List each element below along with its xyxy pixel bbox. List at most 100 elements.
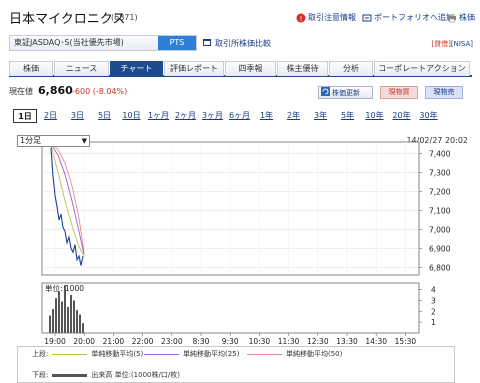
alert-icon: ! [296, 13, 306, 23]
legend-ma50: 単純移動平均(50) [286, 350, 343, 358]
price-change: -600 (-8.04%) [72, 87, 128, 96]
period-tab[interactable]: 1ヶ月 [145, 109, 172, 123]
period-tab[interactable]: 5年 [334, 109, 361, 123]
tab-rating-report[interactable]: 評価レポート [164, 61, 224, 76]
volume-bar [73, 300, 75, 333]
period-tab[interactable]: 3ヶ月 [199, 109, 226, 123]
time-tick-label: 12:30 [307, 337, 329, 346]
period-tab[interactable]: 2日 [37, 109, 64, 123]
price-tick-label: 7,000 [429, 225, 451, 234]
add-portfolio-label: ポートフォリオへ追加 [374, 13, 454, 22]
print-icon [447, 13, 457, 23]
time-tick-label: 14:30 [365, 337, 387, 346]
volume-tick-label: 4 [431, 286, 436, 295]
period-tab[interactable]: 10日 [118, 109, 145, 123]
chart-canvas: 6,8006,9007,0007,1007,2007,3007,4001234単… [41, 141, 451, 346]
period-tab[interactable]: 20年 [388, 109, 415, 123]
print-link[interactable]: 株価 [447, 12, 475, 23]
volume-bar [61, 301, 63, 333]
time-tick-label: 19:00 [44, 337, 66, 346]
volume-tick-label: 2 [431, 307, 436, 316]
period-tab[interactable]: 2ヶ月 [172, 109, 199, 123]
tab-news[interactable]: ニュース [54, 61, 109, 76]
chevron-down-icon: ▼ [81, 137, 87, 145]
refresh-icon [321, 87, 330, 98]
market-label: 東証JASDAQ･S(当社優先市場) [14, 38, 124, 47]
volume-bar [55, 298, 57, 333]
interval-value: 1分足 [20, 136, 42, 145]
period-tab[interactable]: 1日 [13, 109, 37, 123]
price-tick-label: 7,400 [429, 149, 451, 158]
period-tab[interactable]: 3年 [307, 109, 334, 123]
update-price-label: 株価更新 [332, 88, 360, 97]
time-tick-label: 21:00 [103, 337, 125, 346]
price-label: 現在値 [9, 87, 33, 96]
current-price: 6,860 [38, 84, 73, 97]
time-tick-label: 22:00 [132, 337, 154, 346]
period-tab[interactable]: 3日 [64, 109, 91, 123]
legend-ma50-swatch [247, 353, 282, 355]
volume-panel [41, 282, 420, 334]
stock-badges: [貸借][NISA] [431, 39, 473, 49]
portfolio-icon [362, 13, 372, 23]
period-tab[interactable]: 10年 [361, 109, 388, 123]
period-tab[interactable]: 6ヶ月 [226, 109, 253, 123]
volume-tick-label: 1 [431, 318, 436, 327]
tab-stock-price[interactable]: 株価 [9, 61, 53, 76]
volume-bar [52, 309, 54, 333]
tab-shareholder-benefits[interactable]: 株主優待 [277, 61, 328, 76]
time-tick-label: 23:00 [161, 337, 183, 346]
chart-legend: 上段: 単純移動平均(5) 単純移動平均(25) 単純移動平均(50) 下段: … [17, 346, 455, 383]
volume-bar [67, 306, 69, 333]
interval-select[interactable]: 1分足 ▼ [17, 135, 90, 147]
time-tick-label: 20:00 [73, 337, 95, 346]
time-tick-label: 11:30 [278, 337, 300, 346]
time-tick-label: 13:30 [336, 337, 358, 346]
main-nav: 株価 ニュース チャート 評価レポート 四季報 株主優待 分析 コーポレートアク… [9, 61, 472, 77]
volume-bar [70, 294, 72, 333]
update-price-button[interactable]: 株価更新 [318, 86, 373, 99]
legend-ma5-swatch [52, 353, 88, 355]
price-tick-label: 7,100 [429, 206, 451, 215]
legend-volume: 出来高 単位:(1000株/口/枚) [91, 371, 180, 379]
volume-bar [82, 323, 84, 333]
time-tick-label: 8:30 [193, 337, 210, 346]
price-tick-label: 7,200 [429, 187, 451, 196]
tab-corporate-action[interactable]: コーポレートアクション [374, 61, 470, 76]
print-label: 株価 [459, 13, 475, 22]
legend-ma25: 単純移動平均(25) [183, 350, 240, 358]
tab-analysis[interactable]: 分析 [329, 61, 373, 76]
exchange-compare-link[interactable]: 取引所株価比較 [203, 38, 271, 49]
page-title: 日本マイクロニクス [9, 12, 126, 27]
volume-bar [76, 310, 78, 333]
volume-bar [79, 314, 81, 333]
sell-button[interactable]: 現物売 [425, 86, 463, 99]
market-selector[interactable]: 東証JASDAQ･S(当社優先市場) PTS [9, 35, 197, 51]
period-tab[interactable]: 1年 [253, 109, 280, 123]
tab-shikiho[interactable]: 四季報 [225, 61, 276, 76]
legend-ma5: 単純移動平均(5) [91, 350, 144, 358]
legend-lower-label: 下段: [32, 371, 49, 379]
period-tab[interactable]: 5日 [91, 109, 118, 123]
volume-bar [64, 285, 66, 333]
tab-chart[interactable]: チャート [110, 61, 163, 76]
time-tick-label: 15:30 [395, 337, 417, 346]
add-portfolio-link[interactable]: ポートフォリオへ追加 [362, 12, 454, 23]
exchange-compare-label: 取引所株価比較 [215, 39, 271, 48]
trade-alert-link[interactable]: ! 取引注意情報 [296, 12, 356, 23]
legend-volume-swatch [52, 373, 88, 377]
volume-bar [49, 315, 51, 333]
legend-ma25-swatch [144, 353, 179, 355]
price-tick-label: 6,900 [429, 244, 451, 253]
price-tick-label: 6,800 [429, 263, 451, 272]
nisa-badge: [NISA] [450, 40, 473, 48]
volume-bar [58, 291, 60, 333]
volume-tick-label: 3 [431, 296, 436, 305]
period-tabs: 1日 2日 3日 5日 10日 1ヶ月 2ヶ月 3ヶ月 6ヶ月 1年 2年 3年 5年 10年 20年 30年 [13, 109, 442, 123]
margin-badge: [貸借] [431, 40, 451, 48]
period-tab[interactable]: 2年 [280, 109, 307, 123]
time-tick-label: 10:30 [249, 337, 271, 346]
pts-tab[interactable]: PTS [158, 36, 196, 50]
period-tab[interactable]: 30年 [415, 109, 442, 123]
buy-button[interactable]: 現物買 [380, 86, 418, 99]
